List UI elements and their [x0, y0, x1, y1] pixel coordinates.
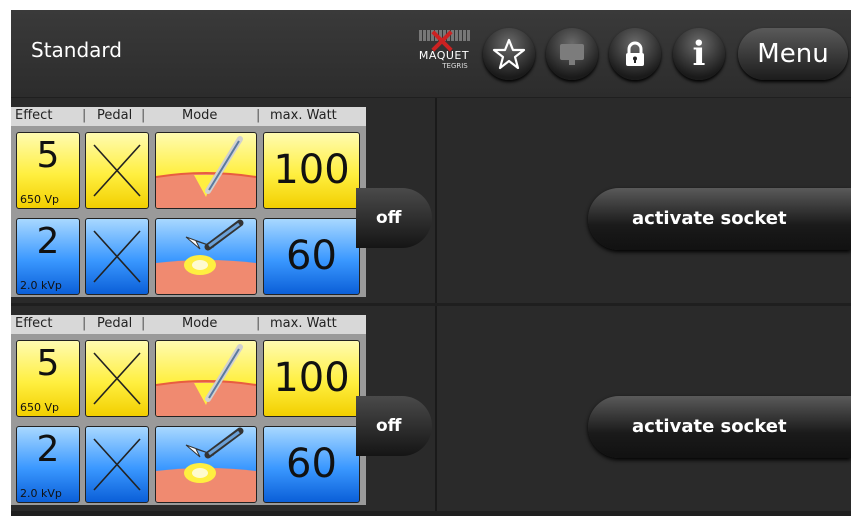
off-button[interactable]: off — [356, 396, 432, 456]
info-button[interactable]: i — [673, 28, 725, 80]
cut-mode-icon — [156, 344, 256, 416]
socket-row-2: Effect | Pedal | Mode | max. Watt 5 650 … — [11, 306, 851, 511]
pedal-button[interactable] — [85, 340, 149, 417]
pedal-button[interactable] — [85, 426, 149, 503]
column-header: Effect | Pedal | Mode | max. Watt — [11, 107, 366, 126]
max-watt-button[interactable]: 60 — [263, 426, 360, 503]
column-header: Effect | Pedal | Mode | max. Watt — [11, 315, 366, 334]
disconnected-cross-icon — [427, 26, 457, 56]
activate-socket-button[interactable]: activate socket — [588, 188, 851, 250]
col-pedal: Pedal — [97, 316, 133, 331]
max-watt-button[interactable]: 60 — [263, 218, 360, 295]
col-mode: Mode — [182, 108, 218, 123]
col-watt: max. Watt — [270, 108, 337, 123]
pedal-button[interactable] — [85, 218, 149, 295]
logo-sub: TEGRIS — [442, 62, 468, 70]
coag-spark-mode-icon — [156, 219, 256, 294]
max-watt-button[interactable]: 100 — [263, 132, 360, 209]
device-screen: Standard MAQUET TEGRIS i Menu Effect | P… — [11, 10, 851, 516]
lock-button[interactable] — [609, 28, 661, 80]
col-mode: Mode — [182, 316, 218, 331]
effect-button[interactable]: 5 650 Vp — [16, 340, 80, 417]
off-button[interactable]: off — [356, 188, 432, 248]
maquet-logo: MAQUET TEGRIS — [409, 28, 479, 78]
mode-button[interactable] — [155, 340, 257, 417]
no-pedal-icon — [93, 352, 141, 405]
col-effect: Effect — [15, 108, 53, 123]
star-icon — [492, 38, 526, 70]
col-pedal: Pedal — [97, 108, 133, 123]
header-bar: Standard MAQUET TEGRIS i Menu — [11, 10, 851, 97]
channel-panel-2: Effect | Pedal | Mode | max. Watt 5 650 … — [11, 315, 366, 505]
monitor-icon — [560, 44, 584, 65]
program-title: Standard — [31, 38, 122, 62]
info-icon: i — [692, 34, 706, 74]
channel-panel-1: Effect | Pedal | Mode | max. Watt 5 650 … — [11, 107, 366, 297]
col-watt: max. Watt — [270, 316, 337, 331]
mode-button[interactable] — [155, 426, 257, 503]
no-pedal-icon — [93, 230, 141, 283]
display-button[interactable] — [546, 28, 598, 80]
effect-button[interactable]: 2 2.0 kVp — [16, 218, 80, 295]
socket-row-1: Effect | Pedal | Mode | max. Watt 5 650 … — [11, 98, 851, 303]
favorites-button[interactable] — [483, 28, 535, 80]
cut-mode-icon — [156, 136, 256, 208]
no-pedal-icon — [93, 144, 141, 197]
col-effect: Effect — [15, 316, 53, 331]
effect-button[interactable]: 5 650 Vp — [16, 132, 80, 209]
mode-button[interactable] — [155, 132, 257, 209]
max-watt-button[interactable]: 100 — [263, 340, 360, 417]
menu-button[interactable]: Menu — [738, 28, 848, 80]
activate-socket-button[interactable]: activate socket — [588, 396, 851, 458]
pedal-button[interactable] — [85, 132, 149, 209]
effect-button[interactable]: 2 2.0 kVp — [16, 426, 80, 503]
mode-button[interactable] — [155, 218, 257, 295]
coag-spark-mode-icon — [156, 427, 256, 502]
no-pedal-icon — [93, 438, 141, 491]
lock-icon — [626, 41, 644, 66]
